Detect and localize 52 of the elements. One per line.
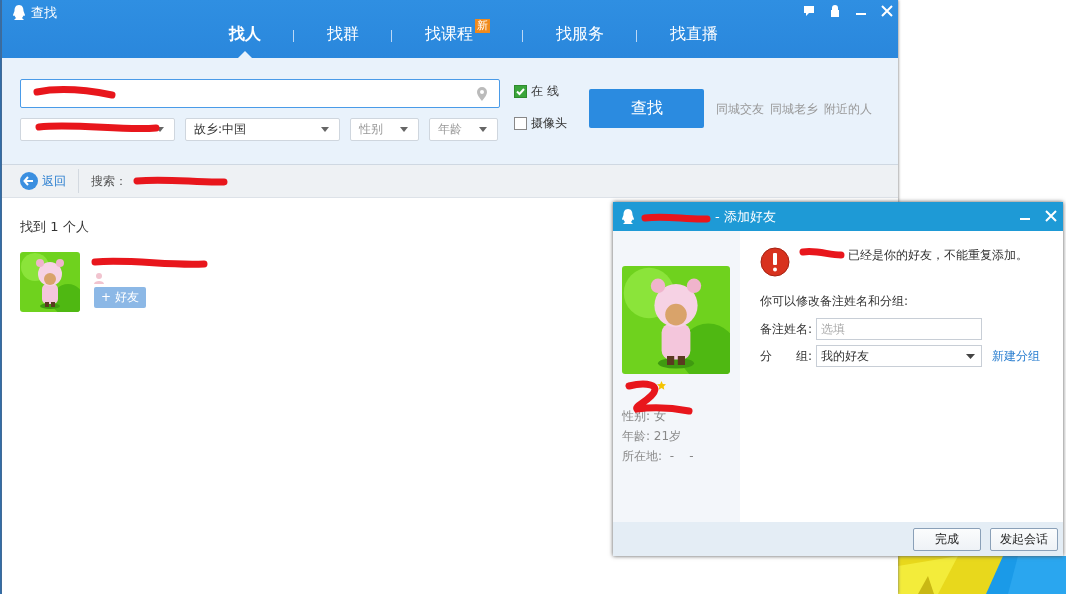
- caret-icon: [479, 127, 487, 132]
- result-count: 找到 1 个人: [20, 218, 90, 236]
- gender-dropdown[interactable]: 性别: [350, 118, 419, 141]
- tab[interactable]: 找课程 新: [391, 22, 522, 58]
- new-badge: 新: [474, 19, 490, 33]
- hometown-dropdown[interactable]: 故乡:中国: [185, 118, 340, 141]
- profile-detail: 所在地: - -: [622, 448, 695, 465]
- checkbox[interactable]: [514, 85, 527, 98]
- caret-icon: [321, 127, 329, 132]
- tab[interactable]: 找服务: [522, 22, 636, 58]
- link[interactable]: 附近的人: [824, 101, 872, 164]
- location-pin-icon: [477, 86, 487, 101]
- error-icon: [760, 247, 790, 277]
- dialog-title: - 添加好友: [715, 207, 776, 226]
- tab[interactable]: 找直播: [636, 22, 750, 58]
- prompt-text: 你可以修改备注姓名和分组:: [760, 293, 910, 310]
- penguin-icon: [12, 5, 26, 21]
- link[interactable]: 同城交友: [716, 101, 764, 164]
- penguin-icon: [621, 208, 635, 225]
- tab[interactable]: 找群: [293, 22, 391, 58]
- back-button[interactable]: 返回: [20, 169, 79, 193]
- search-field[interactable]: [20, 79, 500, 108]
- caret-icon: [966, 353, 975, 359]
- remark-field[interactable]: 选填: [816, 318, 982, 340]
- feedback-icon[interactable]: [802, 4, 816, 18]
- dialog-button[interactable]: 完成: [913, 527, 981, 551]
- window-title: 查找: [31, 4, 57, 22]
- person-icon: [94, 273, 104, 284]
- caret-icon: [156, 127, 164, 132]
- star-icon: [657, 381, 666, 390]
- message-text: 已经是你的好友，不能重复添加。: [848, 247, 1028, 264]
- checkbox-label: 在 线: [531, 83, 559, 100]
- search-button[interactable]: 查找: [589, 89, 704, 128]
- tab[interactable]: 找人: [195, 22, 293, 58]
- link[interactable]: 同城老乡: [770, 101, 818, 164]
- dialog-button[interactable]: 发起会话: [990, 527, 1058, 551]
- checkbox-label: 摄像头: [531, 115, 567, 132]
- redaction-mark: [641, 211, 711, 225]
- add-friend-button[interactable]: + 好友: [94, 287, 146, 308]
- group-dropdown[interactable]: 我的好友: [816, 345, 982, 367]
- close-icon[interactable]: [880, 4, 894, 18]
- search-label: 搜索：: [90, 172, 127, 190]
- lock-icon[interactable]: [828, 4, 842, 18]
- close-icon[interactable]: [1045, 210, 1057, 222]
- redaction-mark: [799, 246, 845, 260]
- profile-detail: 年龄: 21岁: [622, 428, 683, 445]
- caret-icon: [400, 127, 408, 132]
- field-label: 备注姓名:: [760, 320, 812, 338]
- field-label: 分 组:: [760, 347, 812, 365]
- checkbox[interactable]: [514, 117, 527, 130]
- new-group-link[interactable]: 新建分组: [992, 347, 1040, 365]
- age-dropdown[interactable]: 年龄: [429, 118, 498, 141]
